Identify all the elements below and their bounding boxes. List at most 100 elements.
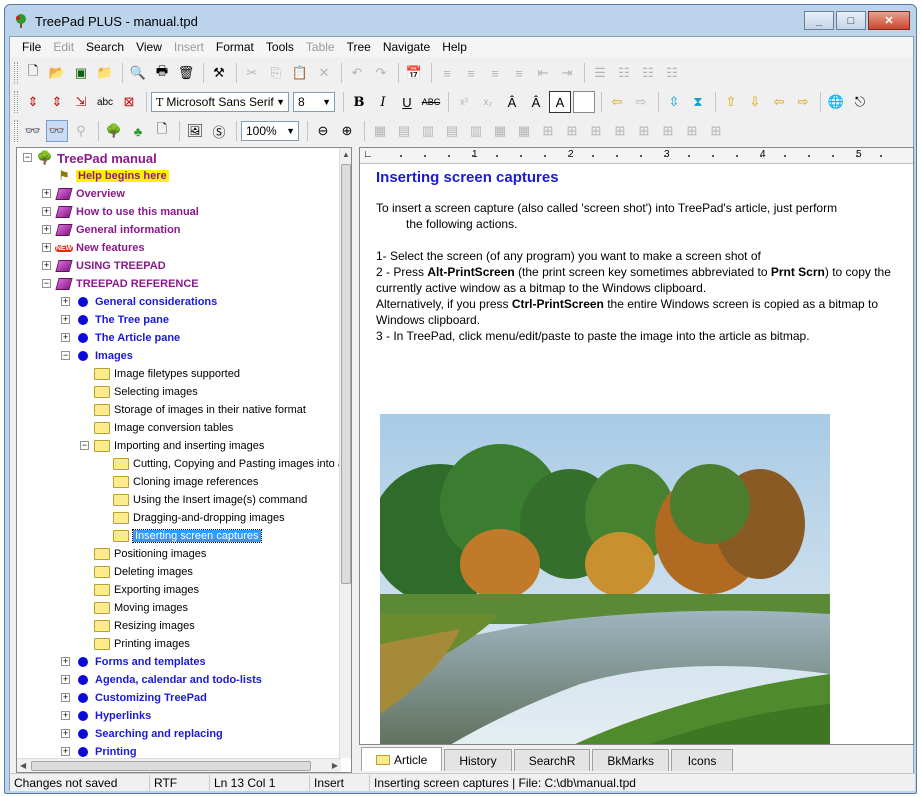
underline-icon[interactable]: U bbox=[396, 91, 418, 113]
tab-stop-icon[interactable]: ∟ bbox=[363, 149, 373, 160]
tree-node[interactable]: Cutting, Copying and Pasting images into… bbox=[113, 455, 341, 473]
globe-icon[interactable]: 🌐 bbox=[825, 91, 847, 113]
undo-icon[interactable]: ↶ bbox=[346, 62, 368, 84]
collapse-icon[interactable]: ⧗ bbox=[687, 91, 709, 113]
menu-navigate[interactable]: Navigate bbox=[377, 40, 436, 54]
table-merge-icon[interactable]: ▦ bbox=[489, 120, 511, 142]
tree-node[interactable]: ⚑ Help begins here bbox=[56, 167, 169, 185]
outdent-icon[interactable]: ⇤ bbox=[532, 62, 554, 84]
expand-icon[interactable]: + bbox=[61, 747, 70, 756]
tree-node[interactable]: General information bbox=[55, 221, 181, 239]
table-grid2-icon[interactable]: ⊞ bbox=[633, 120, 655, 142]
tree-node-icon[interactable]: ♣ bbox=[127, 120, 149, 142]
zoom-out-icon[interactable]: ⊖ bbox=[312, 120, 334, 142]
menu-file[interactable]: File bbox=[16, 40, 47, 54]
close-button[interactable]: ✕ bbox=[868, 11, 910, 30]
table-props-icon[interactable]: ⊞ bbox=[537, 120, 559, 142]
font-name-select[interactable]: T Microsoft Sans Serif ▼ bbox=[151, 92, 289, 112]
find-next-icon[interactable]: 👓 bbox=[46, 120, 68, 142]
numbered-list-icon[interactable]: ☷ bbox=[613, 62, 635, 84]
toolbar-grip[interactable] bbox=[14, 91, 18, 113]
new-node-icon[interactable]: 🗋 bbox=[22, 62, 44, 84]
tree-node[interactable]: Images bbox=[75, 347, 133, 365]
tree-node[interactable]: USING TREEPAD bbox=[55, 257, 166, 275]
delete-icon[interactable]: ✕ bbox=[313, 62, 335, 84]
tree-node[interactable]: Agenda, calendar and todo-lists bbox=[75, 671, 262, 689]
scrollbar-thumb[interactable] bbox=[341, 164, 351, 584]
table-delete-col-icon[interactable]: ▥ bbox=[465, 120, 487, 142]
tab-searchr[interactable]: SearchR bbox=[513, 749, 591, 771]
tree-node[interactable]: Printing images bbox=[94, 635, 190, 653]
table-grid-icon[interactable]: ⊞ bbox=[609, 120, 631, 142]
maximize-button[interactable]: □ bbox=[836, 11, 866, 30]
tree-node[interactable]: Searching and replacing bbox=[75, 725, 223, 743]
toolbar-grip[interactable] bbox=[14, 62, 18, 84]
hyperlink-icon[interactable]: ⚲ bbox=[70, 120, 92, 142]
expand-icon[interactable]: + bbox=[61, 693, 70, 702]
print-icon[interactable]: 🖶 bbox=[151, 62, 173, 84]
align-right-icon[interactable]: ≡ bbox=[484, 62, 506, 84]
increase-font-icon[interactable]: Â bbox=[501, 91, 523, 113]
expand-icon[interactable]: + bbox=[42, 207, 51, 216]
paste-icon[interactable]: 📋 bbox=[289, 62, 311, 84]
table-insert-row-icon[interactable]: ▤ bbox=[393, 120, 415, 142]
tree-vertical-scrollbar[interactable]: ▲ bbox=[339, 148, 351, 758]
clear-format-icon[interactable]: ⊠ bbox=[118, 91, 140, 113]
calendar-icon[interactable]: 📅 bbox=[403, 62, 425, 84]
tree-node[interactable]: Image filetypes supported bbox=[94, 365, 240, 383]
strikethrough-icon[interactable]: ABC bbox=[420, 91, 442, 113]
collapse-icon[interactable]: − bbox=[61, 351, 70, 360]
tree-node[interactable]: Printing bbox=[75, 743, 137, 758]
subscript-icon[interactable]: x₂ bbox=[477, 91, 499, 113]
expand-icon[interactable]: + bbox=[42, 225, 51, 234]
scrollbar-thumb[interactable] bbox=[31, 761, 311, 771]
italic-icon[interactable]: I bbox=[372, 91, 394, 113]
bold-icon[interactable]: B bbox=[348, 91, 370, 113]
align-center-icon[interactable]: ≡ bbox=[460, 62, 482, 84]
tree-node[interactable]: Storage of images in their native format bbox=[94, 401, 306, 419]
zoom-in-icon[interactable]: ⊕ bbox=[336, 120, 358, 142]
save-icon[interactable]: ▣ bbox=[70, 62, 92, 84]
tree-app-icon[interactable] bbox=[13, 13, 29, 29]
tree-node[interactable]: Hyperlinks bbox=[75, 707, 151, 725]
table-split-icon[interactable]: ▦ bbox=[513, 120, 535, 142]
arrow-down-icon[interactable]: ⇩ bbox=[744, 91, 766, 113]
ruler[interactable]: ∟ 12345 bbox=[360, 148, 913, 164]
cut-icon[interactable]: ✂ bbox=[241, 62, 263, 84]
expand-icon[interactable]: + bbox=[61, 333, 70, 342]
embedded-landscape-image[interactable] bbox=[380, 414, 830, 745]
tree-node[interactable]: How to use this manual bbox=[55, 203, 199, 221]
back-icon[interactable]: ⇦ bbox=[606, 91, 628, 113]
tree-node[interactable]: Using the Insert image(s) command bbox=[113, 491, 307, 509]
tab-history[interactable]: History bbox=[444, 749, 512, 771]
zoom-select[interactable]: 100% ▼ bbox=[241, 121, 299, 141]
toolbar-grip[interactable] bbox=[14, 120, 18, 142]
tree-node[interactable]: Customizing TreePad bbox=[75, 689, 207, 707]
find-icon[interactable]: 👓 bbox=[22, 120, 44, 142]
tree-horizontal-scrollbar[interactable]: ◀ ▶ bbox=[17, 758, 341, 772]
menu-insert[interactable]: Insert bbox=[168, 40, 210, 54]
add-child-node-icon[interactable]: 🌳 bbox=[103, 120, 125, 142]
tree-node[interactable]: Forms and templates bbox=[75, 653, 206, 671]
tree-node[interactable]: Resizing images bbox=[94, 617, 195, 635]
menu-table[interactable]: Table bbox=[300, 40, 341, 54]
tree-node[interactable]: NEW New features bbox=[54, 239, 144, 257]
tree-node[interactable]: Cloning image references bbox=[113, 473, 258, 491]
tree-node[interactable]: Overview bbox=[55, 185, 125, 203]
expand-icon[interactable]: ⇳ bbox=[663, 91, 685, 113]
expand-icon[interactable]: + bbox=[61, 729, 70, 738]
tree-node[interactable]: Inserting screen captures bbox=[113, 527, 262, 545]
tree-node[interactable]: Image conversion tables bbox=[94, 419, 233, 437]
menu-tools[interactable]: Tools bbox=[260, 40, 300, 54]
scroll-right-icon[interactable]: ▶ bbox=[332, 761, 338, 770]
expand-icon[interactable]: + bbox=[61, 675, 70, 684]
collapse-icon[interactable]: − bbox=[80, 441, 89, 450]
tree-node[interactable]: The Tree pane bbox=[75, 311, 169, 329]
insert-table-icon[interactable]: ▦ bbox=[369, 120, 391, 142]
move-node-up-icon[interactable]: ⇕ bbox=[22, 91, 44, 113]
table-borders-icon[interactable]: ⊞ bbox=[561, 120, 583, 142]
promote-node-icon[interactable]: ⇲ bbox=[70, 91, 92, 113]
tab-bkmarks[interactable]: BkMarks bbox=[592, 749, 670, 771]
expand-icon[interactable]: + bbox=[61, 315, 70, 324]
tree-node[interactable]: General considerations bbox=[75, 293, 217, 311]
